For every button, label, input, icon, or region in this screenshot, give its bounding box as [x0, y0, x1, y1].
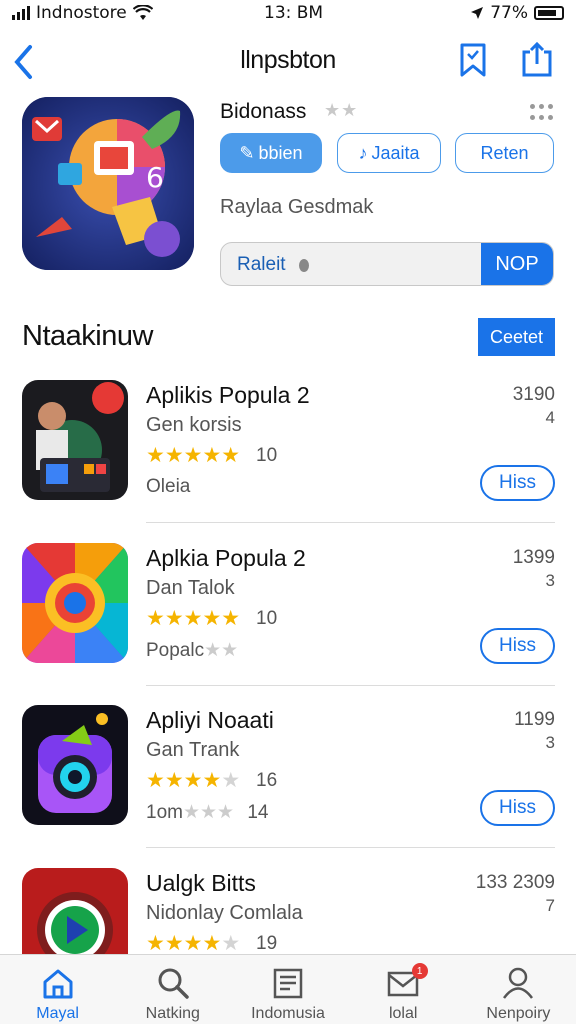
- star-rating: ★★★★★: [146, 769, 241, 792]
- app-subtitle: Gan Trank: [146, 739, 240, 761]
- section-title: Ntaakinuw: [22, 320, 153, 352]
- app-info: 1om★★★ 14: [146, 802, 269, 823]
- carrier-label: Indnostore: [36, 3, 127, 23]
- app-icon: [22, 380, 128, 500]
- music-icon: ♪: [358, 142, 368, 163]
- pill-button-1[interactable]: ✎ bbien: [220, 133, 322, 173]
- app-subtitle: Nidonlay Comlala: [146, 902, 303, 924]
- pencil-icon: ✎: [239, 142, 255, 163]
- app-icon: [22, 705, 128, 825]
- featured-app-stars: ★★: [324, 100, 359, 120]
- rating-count: 10: [256, 445, 278, 466]
- rating-count: 16: [256, 770, 278, 791]
- tab-label: lolal: [388, 1005, 418, 1022]
- app-title: Apliyi Noaati: [146, 707, 274, 733]
- pill-label: Reten: [480, 142, 529, 163]
- pill-button-3[interactable]: Reten: [455, 133, 554, 173]
- app-title: Aplikis Popula 2: [146, 382, 310, 408]
- wifi-icon: [132, 5, 153, 20]
- home-icon: [43, 969, 73, 999]
- tab-mail[interactable]: 1 lolal: [346, 955, 461, 1024]
- app-rank: 7: [545, 896, 555, 915]
- app-count: 1399: [512, 547, 555, 568]
- pill-label: bbien: [258, 142, 303, 163]
- tab-search[interactable]: Natking: [115, 955, 230, 1024]
- battery-icon: [534, 6, 564, 20]
- status-bar: Indnostore 13: BM 77%: [0, 0, 576, 26]
- app-count: 3190: [512, 384, 555, 405]
- star-rating: ★★★★★: [146, 444, 241, 467]
- divider: [146, 522, 555, 523]
- pill-label: Jaaita: [371, 142, 420, 163]
- app-rank: 3: [545, 571, 555, 590]
- signal-icon: [12, 6, 30, 20]
- location-icon: [471, 7, 484, 19]
- get-button[interactable]: Hiss: [480, 628, 555, 664]
- divider: [146, 685, 555, 686]
- person-icon: [503, 967, 534, 999]
- get-button[interactable]: Hiss: [480, 790, 555, 826]
- rating-count: 10: [256, 608, 278, 629]
- pill-button-2[interactable]: ♪ Jaaita: [337, 133, 441, 173]
- news-icon: [273, 968, 303, 999]
- app-rank: 3: [545, 733, 555, 752]
- app-subtitle: Gen korsis: [146, 414, 242, 436]
- featured-app-icon[interactable]: 6: [22, 97, 194, 270]
- tab-label: Mayal: [36, 1005, 79, 1022]
- app-rank: 4: [545, 408, 555, 427]
- tab-news[interactable]: Indomusia: [230, 955, 345, 1024]
- tab-label: Natking: [145, 1005, 200, 1022]
- list-item[interactable]: Aplkia Popula 2 Dan Talok ★★★★★ 10 Popal…: [0, 543, 576, 705]
- search-icon: [158, 968, 189, 999]
- nav-bar: llnpsbton: [0, 36, 576, 86]
- svg-text:6: 6: [146, 161, 164, 194]
- search-submit-button[interactable]: NOP: [481, 243, 553, 285]
- more-options-icon[interactable]: [530, 104, 554, 122]
- app-count: 1199: [514, 709, 555, 730]
- bookmark-icon[interactable]: [456, 42, 490, 78]
- divider: [146, 847, 555, 848]
- clock: 13: BM: [264, 3, 324, 23]
- cursor-icon: [299, 259, 309, 272]
- battery-percent: 77%: [490, 3, 528, 23]
- list-item[interactable]: Apliyi Noaati Gan Trank ★★★★★ 16 1om★★★ …: [0, 705, 576, 867]
- share-icon[interactable]: [520, 42, 554, 78]
- app-info: Popalc★★: [146, 640, 239, 661]
- get-button[interactable]: Hiss: [480, 465, 555, 501]
- app-info: Oleia: [146, 476, 191, 497]
- tab-home[interactable]: Mayal: [0, 955, 115, 1024]
- tab-label: Indomusia: [251, 1005, 325, 1022]
- featured-app-subtitle: Raylaa Gesdmak: [220, 196, 374, 218]
- app-count: 133 2309: [475, 872, 555, 893]
- tab-profile[interactable]: Nenpoiry: [461, 955, 576, 1024]
- app-title: Ualgk Bitts: [146, 870, 256, 896]
- search-field[interactable]: Raleit NOP: [220, 242, 554, 286]
- featured-app-name: Bidonass: [220, 100, 307, 123]
- app-icon: [22, 543, 128, 663]
- tab-bar: Mayal Natking Indomusia 1 lolal Nenpoiry: [0, 954, 576, 1024]
- star-rating: ★★★★★: [146, 932, 241, 955]
- rating-count: 19: [256, 933, 278, 954]
- notification-badge: 1: [411, 963, 428, 979]
- star-rating: ★★★★★: [146, 607, 241, 630]
- app-subtitle: Dan Talok: [146, 577, 235, 599]
- search-placeholder: Raleit: [237, 254, 286, 275]
- list-item[interactable]: Aplikis Popula 2 Gen korsis ★★★★★ 10 Ole…: [0, 380, 576, 542]
- app-title: Aplkia Popula 2: [146, 545, 306, 571]
- tab-label: Nenpoiry: [486, 1005, 551, 1022]
- section-action-button[interactable]: Ceetet: [478, 318, 555, 356]
